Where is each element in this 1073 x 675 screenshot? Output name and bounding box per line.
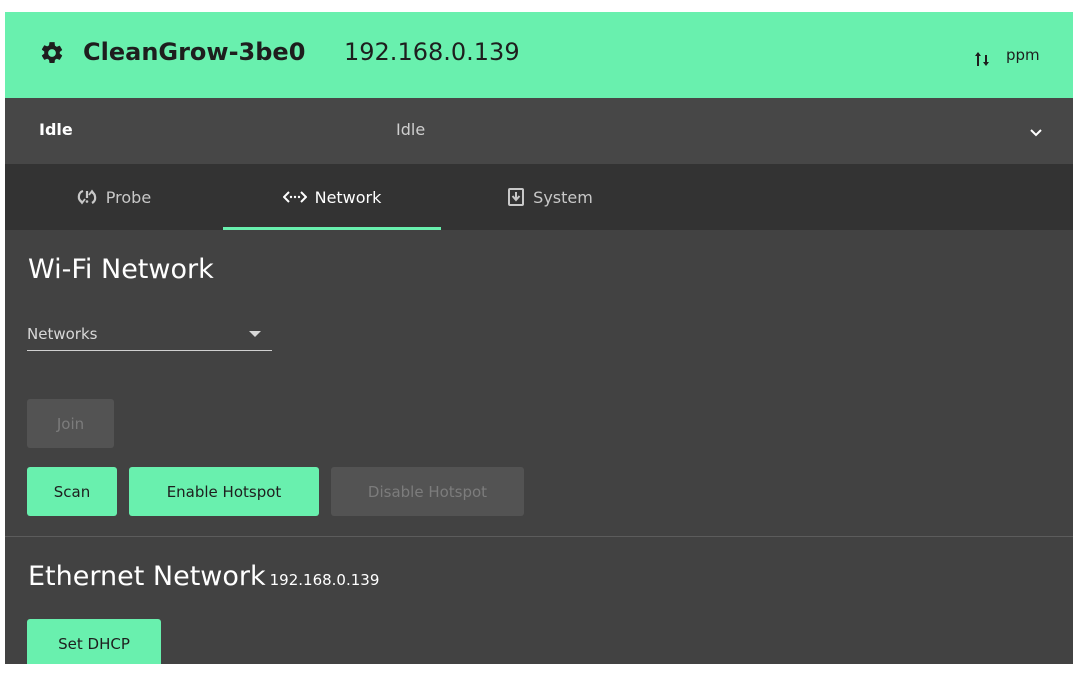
join-button[interactable]: Join — [27, 399, 114, 448]
networks-select-label: Networks — [27, 325, 98, 343]
enable-hotspot-button[interactable]: Enable Hotspot — [129, 467, 319, 516]
tab-probe[interactable]: Probe — [5, 164, 222, 230]
device-ip: 192.168.0.139 — [344, 38, 520, 66]
tab-system[interactable]: System — [441, 164, 659, 230]
dropdown-arrow-icon — [249, 331, 261, 337]
wifi-title: Wi-Fi Network — [28, 254, 214, 285]
wifi-section-title: Wi-Fi Network — [28, 254, 214, 285]
status-primary: Idle — [39, 120, 73, 139]
scan-button[interactable]: Scan — [27, 467, 117, 516]
set-dhcp-button[interactable]: Set DHCP — [27, 619, 161, 664]
tab-network[interactable]: Network — [223, 164, 441, 230]
network-icon — [282, 190, 307, 204]
app-header: CleanGrow-3be0 192.168.0.139 ppm — [5, 12, 1073, 98]
tab-bar: Probe Network System — [5, 164, 1073, 230]
tab-network-label: Network — [314, 187, 382, 207]
active-tab-indicator — [223, 227, 441, 230]
system-icon — [507, 187, 525, 207]
ethernet-title: Ethernet Network — [28, 561, 266, 592]
disable-hotspot-button[interactable]: Disable Hotspot — [331, 467, 524, 516]
tab-probe-label: Probe — [105, 187, 152, 207]
section-divider — [5, 536, 1073, 537]
tab-system-label: System — [533, 187, 593, 207]
status-bar[interactable]: Idle Idle — [5, 98, 1073, 164]
app-window: CleanGrow-3be0 192.168.0.139 ppm Idle Id… — [5, 12, 1073, 664]
networks-select[interactable]: Networks — [27, 317, 272, 351]
sort-arrows-icon[interactable] — [973, 50, 991, 68]
status-secondary: Idle — [396, 120, 426, 139]
gear-icon[interactable] — [39, 40, 65, 66]
ethernet-ip: 192.168.0.139 — [269, 571, 380, 589]
ethernet-section-title: Ethernet Network 192.168.0.139 — [28, 561, 379, 592]
unit-label[interactable]: ppm — [1006, 46, 1040, 64]
chevron-down-icon[interactable] — [1028, 124, 1044, 140]
probe-icon — [76, 188, 98, 206]
device-name: CleanGrow-3be0 — [83, 38, 306, 66]
